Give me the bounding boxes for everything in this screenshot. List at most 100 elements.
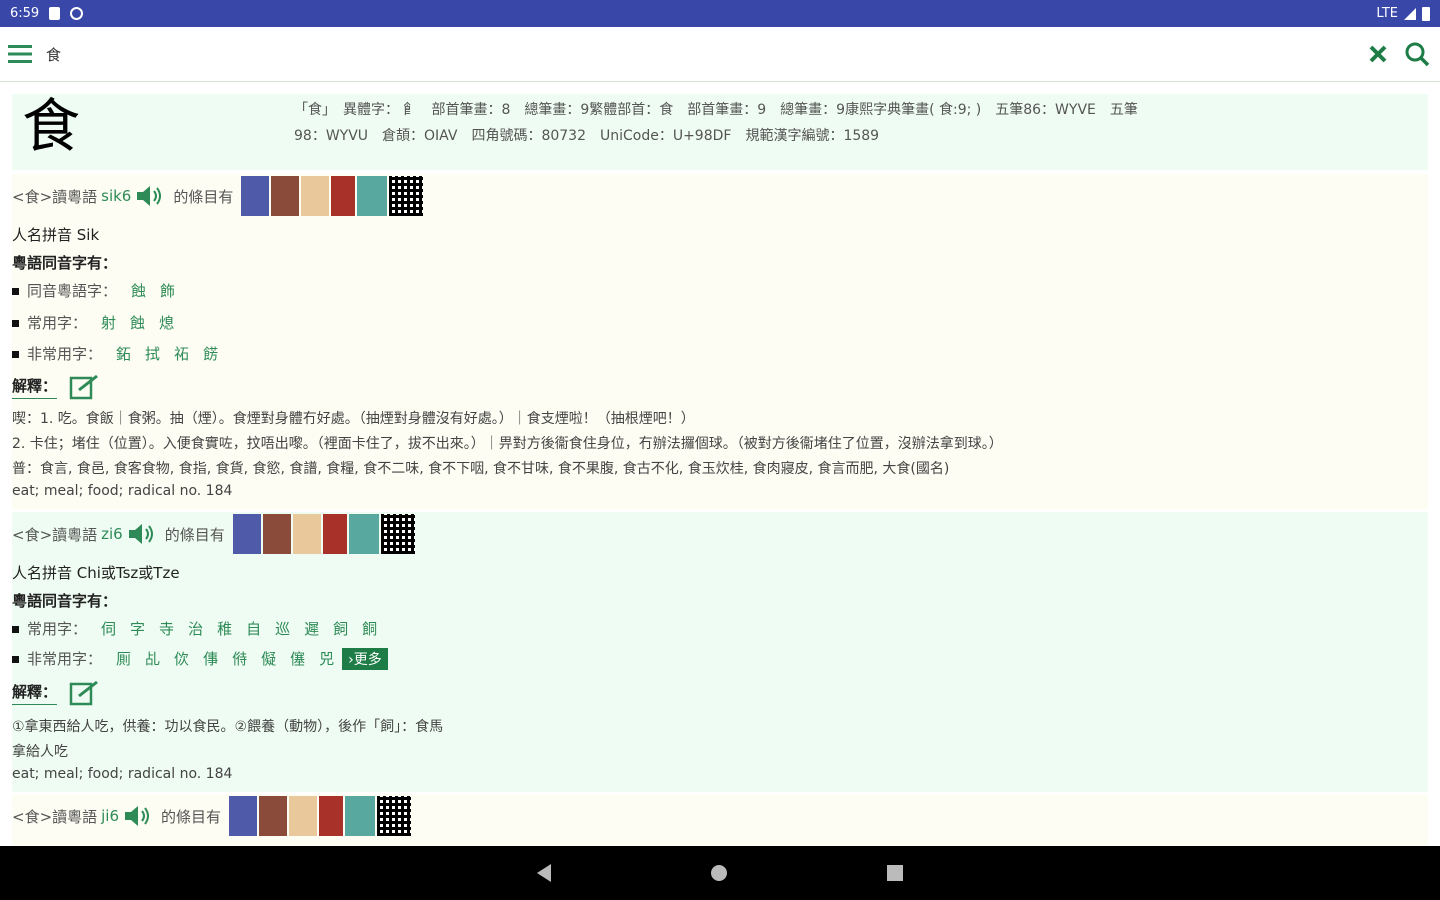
status-time: 6:59: [10, 6, 39, 21]
pronunciation-section-ji6: <食>讀粵語 ji6 的條目有: [12, 794, 1428, 846]
char-link[interactable]: 伺: [101, 620, 116, 638]
char-link[interactable]: 兕: [319, 650, 334, 668]
rare-char-list: 非常用字：厠乩佽倳偫儗僿兕 ›更多: [12, 648, 388, 670]
speaker-icon[interactable]: [127, 522, 157, 546]
book-icon[interactable]: [293, 514, 321, 554]
char-link[interactable]: 餇: [362, 620, 377, 638]
home-icon[interactable]: [711, 865, 727, 881]
book-icon[interactable]: [345, 796, 375, 836]
reference-books: [241, 176, 423, 216]
char-link[interactable]: 寺: [159, 620, 174, 638]
char-link[interactable]: 鉐: [116, 345, 131, 363]
char-link[interactable]: 蝕: [131, 282, 146, 300]
definition-line: ①拿東西給人吃，供養：功以食民。②餵養（動物），後作「飼」：食馬: [12, 716, 443, 736]
homophone-label: 同音粵語字：: [27, 282, 117, 300]
definition-line: eat; meal; food; radical no. 184: [12, 483, 232, 499]
notification-icon: [70, 7, 83, 20]
char-link[interactable]: 佽: [174, 650, 189, 668]
qr-code-icon[interactable]: [377, 796, 411, 836]
speaker-icon[interactable]: [135, 184, 165, 208]
bullet: [12, 626, 19, 633]
menu-icon[interactable]: [8, 44, 32, 64]
network-type: LTE: [1376, 6, 1398, 21]
speaker-icon[interactable]: [123, 804, 153, 828]
char-link[interactable]: 自: [246, 620, 261, 638]
bullet: [12, 288, 19, 295]
edit-icon[interactable]: [69, 680, 101, 706]
definition-line: 拿給人吃: [12, 741, 68, 761]
homophone-title: 粵語同音字有：: [12, 590, 117, 611]
qr-code-icon[interactable]: [381, 514, 415, 554]
book-icon[interactable]: [241, 176, 269, 216]
character-meta-line-1: 「食」 異體字：𩚁 𩙿 部首筆畫：8 總筆畫：9繁體部首：食 部首筆畫：9 總筆…: [294, 96, 1422, 124]
explanation-header: 解釋：: [12, 374, 101, 400]
char-link[interactable]: 乩: [145, 650, 160, 668]
char-link[interactable]: 射: [101, 314, 116, 332]
pronunciation-header: <食>讀粵語 sik6 的條目有: [12, 174, 423, 218]
book-icon[interactable]: [357, 176, 387, 216]
char-link[interactable]: 僿: [290, 650, 305, 668]
pron-prefix: <食>讀粵語: [12, 524, 97, 545]
common-label: 常用字：: [27, 314, 87, 332]
common-label: 常用字：: [27, 620, 87, 638]
char-link[interactable]: 治: [188, 620, 203, 638]
search-icon[interactable]: [1404, 41, 1430, 67]
book-icon[interactable]: [229, 796, 257, 836]
jyutping: ji6: [101, 807, 119, 825]
reference-books: [233, 514, 415, 554]
book-icon[interactable]: [259, 796, 287, 836]
book-icon[interactable]: [233, 514, 261, 554]
book-icon[interactable]: [323, 514, 347, 554]
char-link[interactable]: 厠: [116, 650, 131, 668]
edit-icon[interactable]: [69, 374, 101, 400]
battery-icon: [1422, 7, 1430, 21]
char-link[interactable]: 稚: [217, 620, 232, 638]
book-icon[interactable]: [349, 514, 379, 554]
dictionary-content[interactable]: 食 「食」 異體字：𩚁 𩙿 部首筆畫：8 總筆畫：9繁體部首：食 部首筆畫：9 …: [0, 82, 1440, 846]
definition-line: 喫：1. 吃。食飯｜食粥。抽（煙）。食煙對身體冇好處。（抽煙對身體沒有好處。）｜…: [12, 408, 695, 428]
pron-suffix: 的條目有: [161, 806, 221, 827]
navigation-bar: [0, 846, 1440, 900]
char-link[interactable]: 偫: [232, 650, 247, 668]
search-query[interactable]: 食: [46, 44, 61, 65]
explanation-header: 解釋：: [12, 680, 101, 706]
more-button[interactable]: ›更多: [342, 648, 388, 670]
definition-line: 普：食言, 食邑, 食客食物, 食指, 食貨, 食慾, 食譜, 食糧, 食不二味…: [12, 458, 949, 478]
qr-code-icon[interactable]: [389, 176, 423, 216]
more-label: 更多: [354, 652, 382, 668]
signal-icon: [1404, 8, 1416, 20]
bullet: [12, 656, 19, 663]
close-icon[interactable]: [1368, 44, 1388, 64]
pronunciation-section-sik6: <食>讀粵語 sik6 的條目有 人名拼音 Sik 粵語同音字有： 同音粵語字：…: [12, 174, 1428, 510]
char-link[interactable]: 餝: [203, 345, 218, 363]
homophone-title: 粵語同音字有：: [12, 252, 117, 273]
explanation-label: 解釋：: [12, 681, 57, 705]
char-link[interactable]: 飼: [333, 620, 348, 638]
char-link[interactable]: 倳: [203, 650, 218, 668]
pron-prefix: <食>讀粵語: [12, 806, 97, 827]
status-bar: 6:59 LTE: [0, 0, 1440, 27]
definition-line: eat; meal; food; radical no. 184: [12, 766, 232, 782]
char-link[interactable]: 巡: [275, 620, 290, 638]
book-icon[interactable]: [331, 176, 355, 216]
char-link[interactable]: 儗: [261, 650, 276, 668]
character-meta-line-2: 98：WYVU 倉頡：OIAV 四角號碼：80732 UniCode：U+98D…: [294, 122, 879, 150]
char-link[interactable]: 飾: [160, 282, 175, 300]
common-char-list: 常用字： 伺字寺治稚自巡遲飼餇: [12, 618, 377, 639]
homophone-list: 同音粵語字： 蝕飾: [12, 280, 175, 301]
book-icon[interactable]: [271, 176, 299, 216]
char-link[interactable]: 遲: [304, 620, 319, 638]
book-icon[interactable]: [263, 514, 291, 554]
jyutping: sik6: [101, 187, 131, 205]
recent-apps-icon[interactable]: [887, 865, 903, 881]
char-link[interactable]: 拭: [145, 345, 160, 363]
book-icon[interactable]: [301, 176, 329, 216]
char-link[interactable]: 字: [130, 620, 145, 638]
definition-line: 2. 卡住；堵住（位置）。入便食實咗，抆唔出嚟。（裡面卡住了，拔不出來。）｜畀對…: [12, 433, 1003, 453]
book-icon[interactable]: [289, 796, 317, 836]
char-link[interactable]: 祏: [174, 345, 189, 363]
char-link[interactable]: 蝕: [130, 314, 145, 332]
char-link[interactable]: 熄: [159, 314, 174, 332]
back-icon[interactable]: [537, 864, 551, 882]
book-icon[interactable]: [319, 796, 343, 836]
